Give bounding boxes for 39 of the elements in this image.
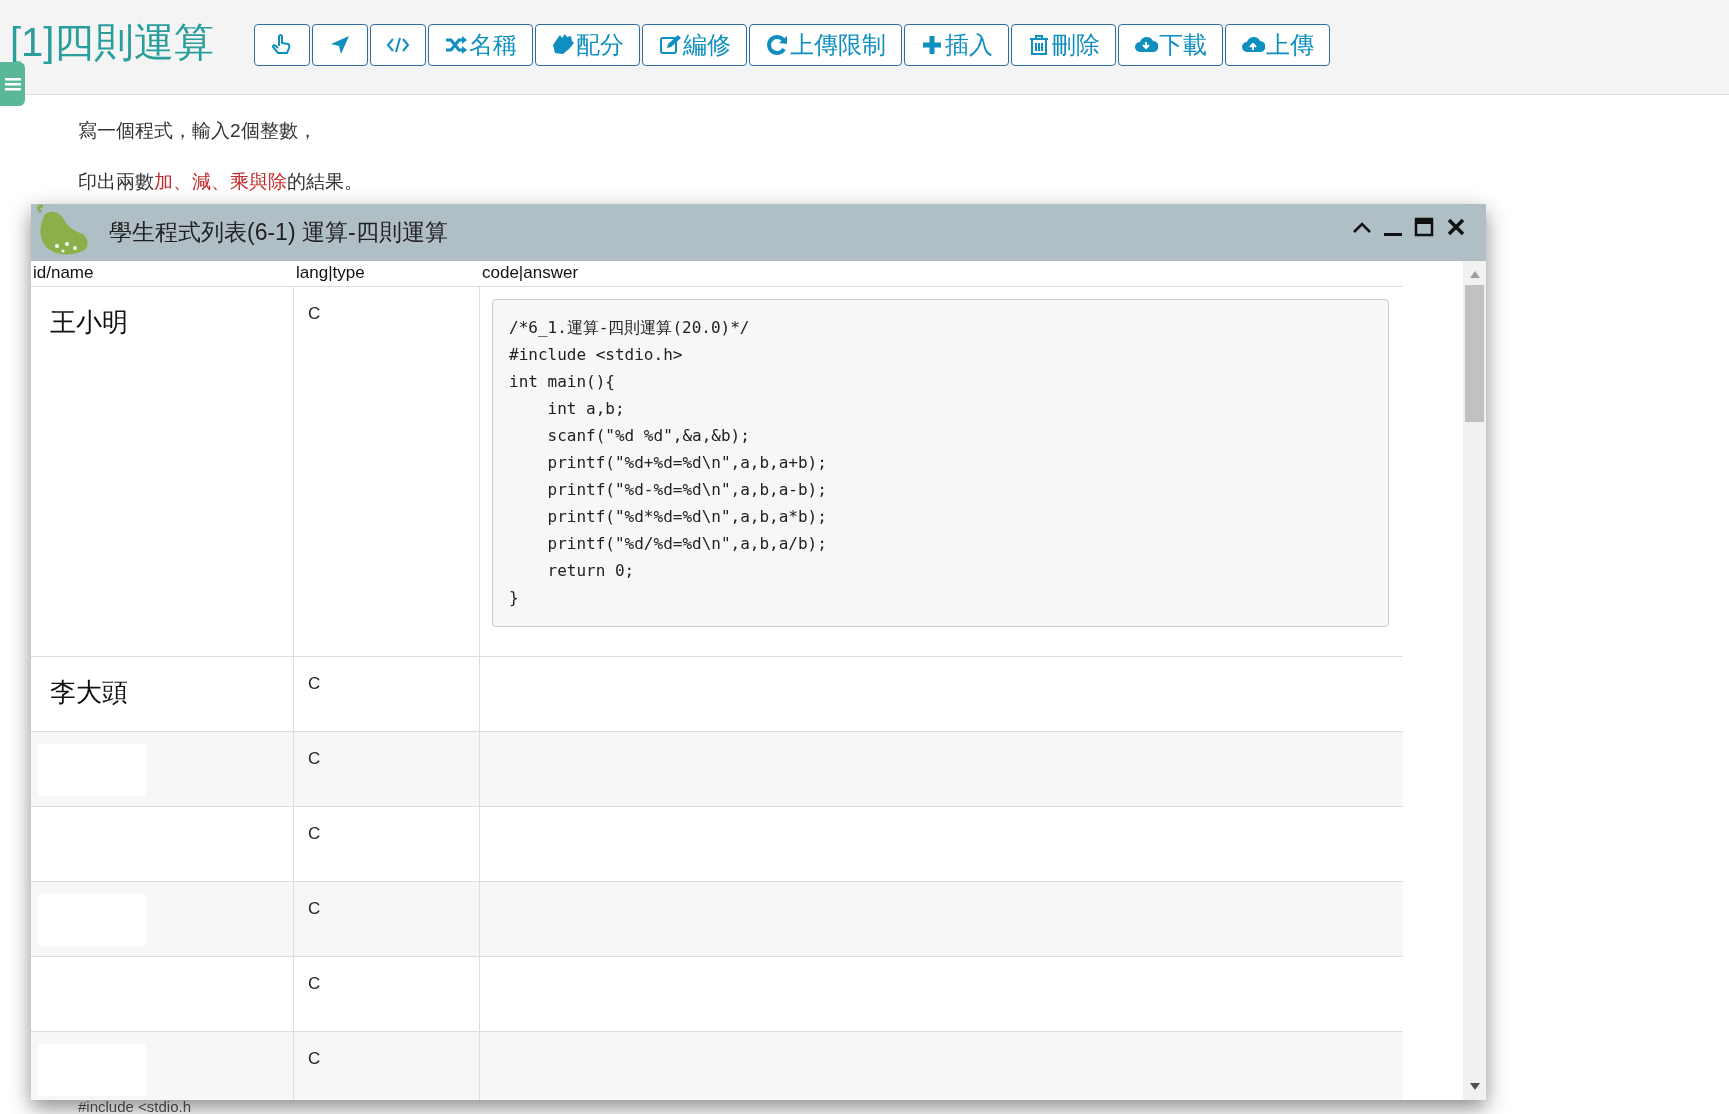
description-text: 印出兩數加、減、乘與除的結果。 xyxy=(78,169,364,194)
toolbar-button[interactable] xyxy=(370,23,427,66)
column-header: lang|type xyxy=(296,262,365,282)
language-text: C xyxy=(308,1049,321,1068)
code-text: #include <stdio.h xyxy=(78,1099,191,1114)
column-header: id/name xyxy=(33,262,94,282)
language-text: C xyxy=(308,749,321,768)
toolbar-button[interactable]: 上傳限制 xyxy=(749,23,903,66)
language-text: C xyxy=(308,674,321,693)
toolbar-button[interactable]: 刪除 xyxy=(1011,23,1117,66)
refresh-icon xyxy=(765,32,790,57)
toolbar-button[interactable]: 編修 xyxy=(642,23,748,66)
close-icon xyxy=(1446,216,1466,237)
scroll-down-icon xyxy=(1470,1083,1480,1090)
scroll-up-icon xyxy=(1470,271,1480,278)
language-text: C xyxy=(308,304,321,323)
minimize-icon xyxy=(1384,232,1402,236)
code-block: /*6_1.運算-四則運算(20.0)*/ #include <stdio.h> int main(){ int a,b; scanf("%d %d",&a,&b); printf("%d+%d=%d\n",a,b,a+b); printf("%d-%d=%d\n",a,b,a-b); printf("%d*%d=%d\n",a,b,a*b); printf("%d/%d=%d\n",a,b,a/b); return 0; } xyxy=(492,299,1389,627)
menu-icon xyxy=(4,77,21,91)
language-text: C xyxy=(308,899,321,918)
column-header: code|answer xyxy=(482,262,579,282)
toolbar-button[interactable] xyxy=(254,23,311,66)
toolbar-button[interactable]: 上傳 xyxy=(1225,23,1331,66)
maximize-icon xyxy=(1414,216,1434,237)
language-text: C xyxy=(308,974,321,993)
window-title: 學生程式列表(6-1) 運算-四則運算 xyxy=(109,218,448,248)
close-button[interactable] xyxy=(1446,216,1466,237)
description-text: 寫一個程式，輸入2個整數， xyxy=(78,119,318,143)
scrollbar-thumb[interactable] xyxy=(1465,285,1484,422)
toolbar-button[interactable]: 插入 xyxy=(904,23,1010,66)
toolbar-button[interactable]: 下載 xyxy=(1118,23,1224,66)
page-title: [1]四則運算 xyxy=(10,22,215,62)
edit-icon xyxy=(658,32,683,57)
language-text: C xyxy=(308,824,321,843)
maximize-button[interactable] xyxy=(1414,216,1434,237)
toolbar-button[interactable]: 配分 xyxy=(535,23,641,66)
toolbar-button[interactable] xyxy=(312,23,369,66)
toolbar-button[interactable]: 名稱 xyxy=(428,23,534,66)
scrollbar[interactable] xyxy=(1463,261,1486,1100)
